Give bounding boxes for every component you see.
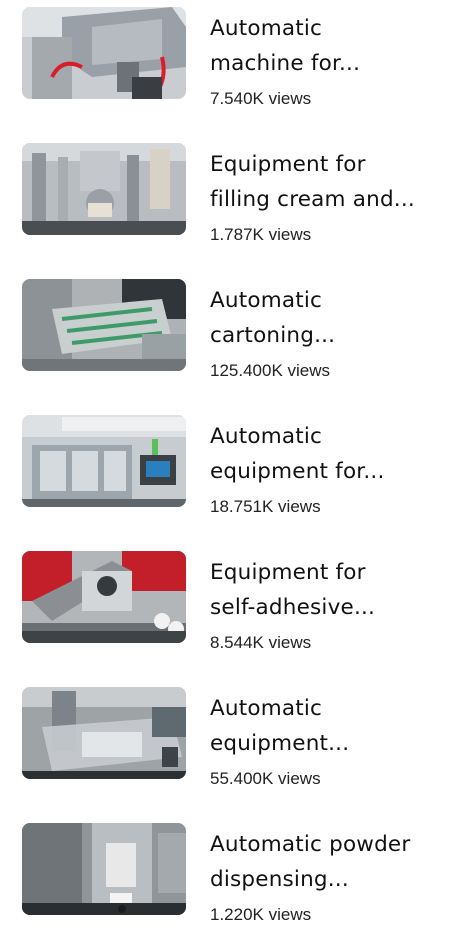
video-thumbnail[interactable] [22,551,186,643]
video-thumbnail[interactable] [22,279,186,371]
video-title-line: Automatic [210,424,323,449]
view-count: 1.787K views [210,225,312,244]
video-title[interactable]: Automatic powder dispensing... [210,827,450,897]
video-info: Automatic cartoning... 125.400K views [210,279,450,381]
transparent-enclosure-machine-thumbnail-icon [22,687,186,779]
video-thumbnail[interactable] [22,415,186,507]
video-item-6[interactable]: Automatic equipment... 55.400K views [22,687,452,797]
video-title-line: machine for... [210,51,361,76]
video-info: Equipment for self-adhesive... 8.544K vi… [210,551,450,653]
video-title-line: Equipment for [210,560,366,585]
cartoning-machine-thumbnail-icon [22,279,186,371]
video-item-2[interactable]: Equipment for filling cream and... 1.787… [22,143,452,253]
video-info: Automatic powder dispensing... 1.220K vi… [210,823,450,925]
video-title-line: Automatic [210,696,323,721]
view-count: 8.544K views [210,633,312,652]
video-title-line: cartoning... [210,323,336,348]
tube-filling-machine-thumbnail-icon [22,143,186,235]
video-thumbnail[interactable] [22,143,186,235]
video-title-line: filling cream and... [210,187,415,212]
video-title-line: dispensing... [210,867,349,892]
video-title[interactable]: Automatic equipment... [210,691,450,761]
video-title[interactable]: Automatic machine for... [210,11,450,81]
stainless-machine-thumbnail-icon [22,7,186,99]
video-title[interactable]: Equipment for filling cream and... [210,147,450,217]
video-thumbnail[interactable] [22,823,186,915]
enclosed-equipment-thumbnail-icon [22,415,186,507]
powder-dispensing-machine-thumbnail-icon [22,823,186,915]
video-title-line: equipment... [210,731,350,756]
video-title-line: Automatic powder [210,832,411,857]
video-list: Automatic machine for... 7.540K views Eq… [0,0,463,927]
video-item-7[interactable]: Automatic powder dispensing... 1.220K vi… [22,823,452,933]
video-title-line: Automatic [210,16,323,41]
video-item-4[interactable]: Automatic equipment for... 18.751K views [22,415,452,525]
video-item-3[interactable]: Automatic cartoning... 125.400K views [22,279,452,389]
video-title[interactable]: Automatic equipment for... [210,419,450,489]
video-info: Equipment for filling cream and... 1.787… [210,143,450,245]
video-info: Automatic equipment... 55.400K views [210,687,450,789]
video-info: Automatic equipment for... 18.751K views [210,415,450,517]
video-thumbnail[interactable] [22,687,186,779]
video-title-line: self-adhesive... [210,595,376,620]
video-title[interactable]: Automatic cartoning... [210,283,450,353]
video-thumbnail[interactable] [22,7,186,99]
video-item-5[interactable]: Equipment for self-adhesive... 8.544K vi… [22,551,452,661]
view-count: 7.540K views [210,89,312,108]
view-count: 125.400K views [210,361,331,380]
labeling-machine-thumbnail-icon [22,551,186,643]
video-title-line: equipment for... [210,459,385,484]
view-count: 18.751K views [210,497,321,516]
video-info: Automatic machine for... 7.540K views [210,7,450,109]
view-count: 1.220K views [210,905,312,924]
video-item-1[interactable]: Automatic machine for... 7.540K views [22,7,452,117]
view-count: 55.400K views [210,769,321,788]
video-title-line: Automatic [210,288,323,313]
video-title[interactable]: Equipment for self-adhesive... [210,555,450,625]
video-title-line: Equipment for [210,152,366,177]
